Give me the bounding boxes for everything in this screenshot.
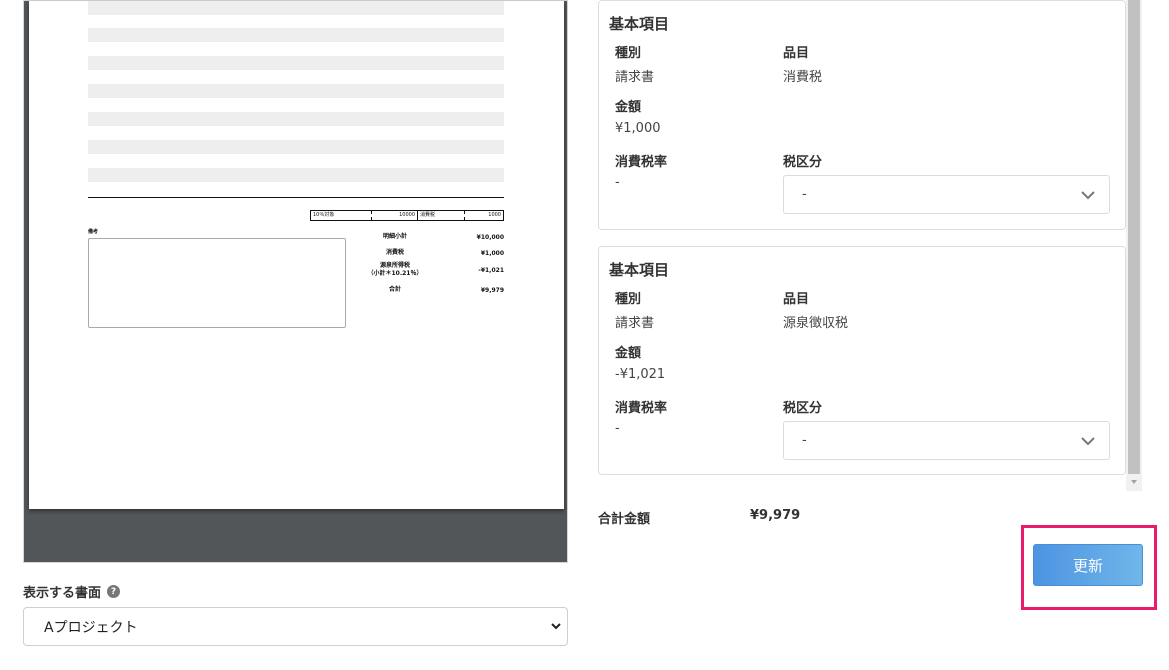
tax-category-label: 税区分 xyxy=(783,401,823,416)
subtotal-label: 明細小計 xyxy=(382,233,407,240)
tax-rate-label: 10％対象 xyxy=(311,211,372,220)
amount-value: ¥1,000 xyxy=(615,121,661,136)
type-label: 種別 xyxy=(615,46,642,61)
placeholder-line xyxy=(88,168,504,182)
tax-base-value: 10000 xyxy=(372,211,418,220)
placeholder-line xyxy=(88,56,504,70)
placeholder-line xyxy=(88,140,504,154)
amount-value: -¥1,021 xyxy=(615,367,666,382)
update-button[interactable]: 更新 xyxy=(1033,544,1143,586)
divider xyxy=(88,197,504,198)
display-doc-label-text: 表示する書面 xyxy=(23,586,102,601)
placeholder-line xyxy=(88,1,504,15)
item-card: 基本項目 種別 品目 請求書 源泉徴収税 金額 -¥1,021 消費税率 税区分… xyxy=(598,246,1126,475)
tax-rate-table: 10％対象 10000 消費税 1000 xyxy=(310,210,504,221)
type-value: 請求書 xyxy=(615,316,655,331)
tax-label: 消費税 xyxy=(418,211,465,220)
item-card: 基本項目 種別 品目 請求書 消費税 金額 ¥1,000 消費税率 税区分 - … xyxy=(598,0,1126,230)
scrollbar-thumb[interactable] xyxy=(1128,0,1140,474)
document-page: 10％対象 10000 消費税 1000 備考 明細小計 ¥10,000 消費税… xyxy=(29,1,564,509)
total-amount-value: ¥9,979 xyxy=(750,508,801,523)
tax-rate-label: 消費税率 xyxy=(615,155,668,170)
placeholder-line xyxy=(88,112,504,126)
withholding-value: -¥1,021 xyxy=(478,266,504,274)
preview-total-value: ¥9,979 xyxy=(480,286,504,294)
card-title: 基本項目 xyxy=(609,15,670,33)
tax-category-label: 税区分 xyxy=(783,155,823,170)
consumption-tax-label: 消費税 xyxy=(385,249,404,256)
display-doc-label: 表示する書面 ? xyxy=(23,582,121,601)
card-title: 基本項目 xyxy=(609,261,670,279)
withholding-label-line1: 源泉所得税 xyxy=(379,262,410,269)
tax-category-select[interactable]: - xyxy=(783,175,1110,214)
summary-tax-row: 消費税 ¥1,000 xyxy=(352,249,504,257)
question-circle-icon[interactable]: ? xyxy=(107,585,121,598)
display-doc-select[interactable]: Aプロジェクト xyxy=(23,607,568,646)
amount-label: 金額 xyxy=(615,346,642,361)
tax-category-select[interactable]: - xyxy=(783,421,1110,460)
summary-subtotal-row: 明細小計 ¥10,000 xyxy=(352,233,504,241)
item-value: 源泉徴収税 xyxy=(783,316,849,331)
chevron-down-icon xyxy=(1081,191,1095,200)
memo-box xyxy=(88,238,346,328)
placeholder-line xyxy=(88,84,504,98)
amount-label: 金額 xyxy=(615,100,642,115)
document-preview: 10％対象 10000 消費税 1000 備考 明細小計 ¥10,000 消費税… xyxy=(23,0,568,563)
withholding-label: 源泉所得税 （小計＊10.21％） xyxy=(352,262,438,278)
subtotal-value: ¥10,000 xyxy=(476,233,504,241)
scroll-down-icon[interactable] xyxy=(1128,477,1140,487)
type-label: 種別 xyxy=(615,292,642,307)
tax-category-selected: - xyxy=(802,187,807,202)
item-label: 品目 xyxy=(783,292,810,307)
summary-total-row: 合計 ¥9,979 xyxy=(352,286,504,294)
preview-total-label: 合計 xyxy=(388,286,401,293)
total-amount-label: 合計金額 xyxy=(598,512,651,527)
memo-label: 備考 xyxy=(88,229,99,235)
tax-category-selected: - xyxy=(802,433,807,448)
withholding-label-line2: （小計＊10.21％） xyxy=(367,270,423,277)
consumption-tax-value: ¥1,000 xyxy=(480,249,504,257)
summary-withholding-row: 源泉所得税 （小計＊10.21％） -¥1,021 xyxy=(352,262,505,278)
tax-value: 1000 xyxy=(488,212,501,218)
type-value: 請求書 xyxy=(615,70,655,85)
tax-rate-value: - xyxy=(615,175,620,190)
chevron-down-icon xyxy=(1081,437,1095,446)
item-value: 消費税 xyxy=(783,70,823,85)
tax-rate-value: - xyxy=(615,421,620,436)
tax-rate-label: 消費税率 xyxy=(615,401,668,416)
display-doc-selected: Aプロジェクト xyxy=(44,619,138,636)
placeholder-line xyxy=(88,28,504,42)
chevron-down-icon xyxy=(551,623,561,630)
item-label: 品目 xyxy=(783,46,810,61)
